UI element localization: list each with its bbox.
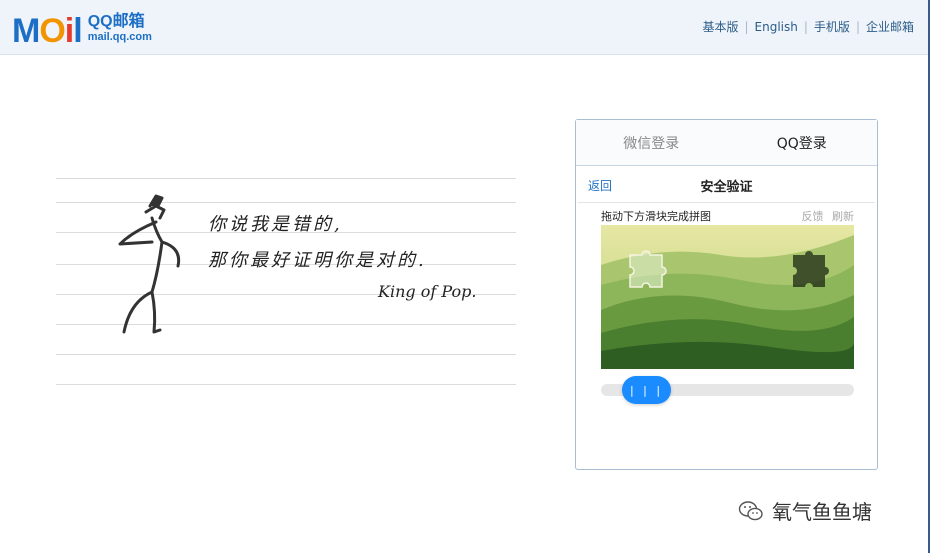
login-panel: 微信登录 QQ登录 返回 安全验证 拖动下方滑块完成拼图 反馈 刷新 | | | [575,119,878,470]
login-tabs: 微信登录 QQ登录 [576,120,877,166]
landscape-image [601,225,854,369]
logo-title: QQ邮箱 [87,13,145,30]
logo-url: mail.qq.com [87,31,152,43]
captcha-actions: 反馈 刷新 [797,208,855,224]
logo-letter-i: i [64,12,75,50]
feedback-button[interactable]: 反馈 [802,210,824,223]
logo-letter-m: M [12,12,40,50]
notebook-line [56,384,516,385]
puzzle-piece [629,250,667,288]
link-separator: | [803,19,808,34]
puzzle-target-slot [793,251,829,287]
qq-mail-logo[interactable]: M O i l QQ邮箱 mail.qq.com [12,8,152,48]
logo-text: QQ邮箱 mail.qq.com [88,13,152,43]
top-header: M O i l QQ邮箱 mail.qq.com 基本版 | English |… [0,0,930,55]
watermark: 氧气鱼鱼塘 [738,496,872,525]
poster-quote-line1: 你说我是错的, [208,214,343,235]
verify-title: 安全验证 [700,180,753,195]
english-link[interactable]: English [755,20,798,34]
watermark-text: 氧气鱼鱼塘 [772,500,872,524]
poster-signature: King of Pop. [378,282,477,301]
captcha-toolbar: 拖动下方滑块完成拼图 反馈 刷新 [601,208,854,224]
logo-wordmark: M O i l [12,8,83,50]
logo-letter-l: l [73,12,83,50]
notebook-line [56,178,516,179]
top-links: 基本版 | English | 手机版 | 企业邮箱 [702,18,914,35]
captcha-puzzle-image [601,225,854,369]
promo-poster: 你说我是错的, 那你最好证明你是对的. King of Pop. [56,170,516,400]
tab-wechat-login[interactable]: 微信登录 [576,120,727,165]
wechat-icon [738,500,763,520]
link-separator: | [855,19,860,34]
poster-quote-line2: 那你最好证明你是对的. [208,250,427,271]
enterprise-mail-link[interactable]: 企业邮箱 [866,18,914,35]
captcha-instruction: 拖动下方滑块完成拼图 [601,210,711,223]
logo-letter-o: O [39,12,65,50]
refresh-button[interactable]: 刷新 [832,210,854,223]
verify-header: 返回 安全验证 [578,166,875,203]
basic-version-link[interactable]: 基本版 [702,18,738,35]
mobile-version-link[interactable]: 手机版 [814,18,850,35]
slider-handle[interactable]: | | | [622,376,671,404]
link-separator: | [744,19,749,34]
tab-qq-login[interactable]: QQ登录 [727,120,878,165]
